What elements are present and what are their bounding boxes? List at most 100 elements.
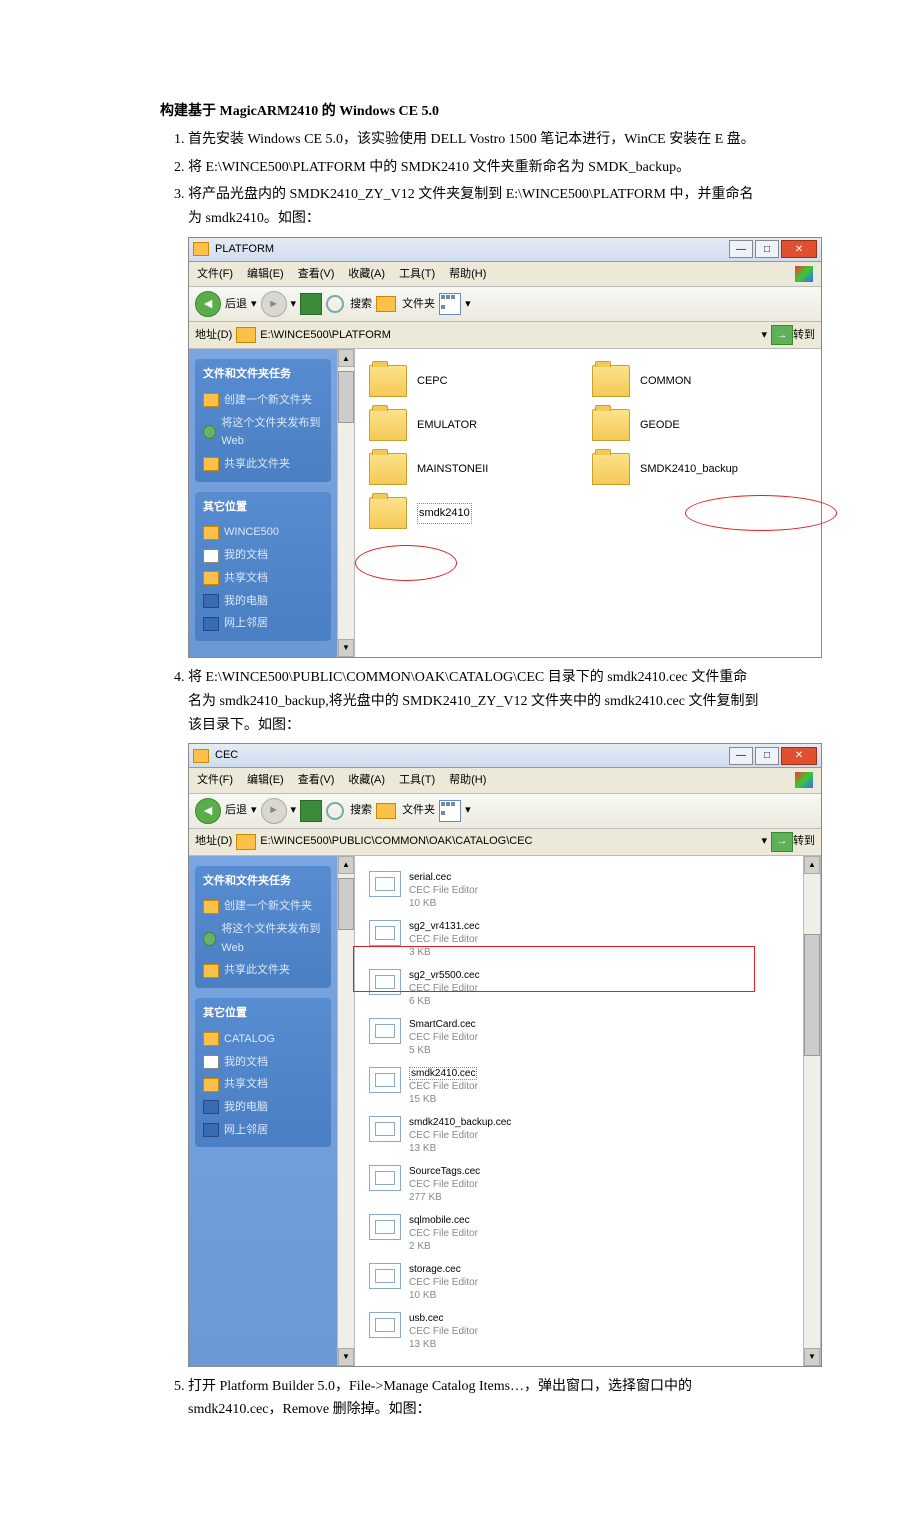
toolbar: ◄ 后退▾ ►▾ 搜索 文件夹 ▾ [189,287,821,322]
folder-item[interactable]: MAINSTONEII [365,447,588,491]
scrollbar[interactable]: ▲▼ [337,856,355,1366]
file-type: CEC File Editor [409,1178,480,1191]
file-name: SmartCard.cec [409,1018,478,1031]
loc-network[interactable]: 网上邻居 [203,1119,323,1142]
loc-catalog[interactable]: CATALOG [203,1028,323,1051]
file-type: CEC File Editor [409,1276,478,1289]
close-button[interactable]: ✕ [781,747,817,765]
file-name: SourceTags.cec [409,1165,480,1178]
folders-icon[interactable] [376,803,396,819]
file-item[interactable]: SourceTags.cecCEC File Editor277 KB [365,1160,588,1209]
task-publish[interactable]: 将这个文件夹发布到 Web [203,918,323,959]
menu-view[interactable]: 查看(V) [298,265,335,284]
menu-bar: 文件(F) 编辑(E) 查看(V) 收藏(A) 工具(T) 帮助(H) [189,262,821,288]
minimize-button[interactable]: — [729,240,753,258]
folder-item[interactable]: SMDK2410_backup [588,447,811,491]
file-item[interactable]: SmartCard.cecCEC File Editor5 KB [365,1013,588,1062]
forward-button[interactable]: ► [261,798,287,824]
go-button[interactable]: → [771,832,793,852]
folder-icon [592,409,630,441]
scrollbar[interactable]: ▲▼ [337,349,355,657]
folder-item[interactable]: EMULATOR [365,403,588,447]
scrollbar-right[interactable]: ▲▼ [803,856,821,1366]
folder-item[interactable]: smdk2410 [365,491,588,535]
back-button[interactable]: ◄ [195,291,221,317]
folder-item[interactable]: CEPC [365,359,588,403]
loc-network[interactable]: 网上邻居 [203,612,323,635]
loc-computer[interactable]: 我的电脑 [203,590,323,613]
folder-icon [203,1032,219,1046]
titlebar[interactable]: CEC — □ ✕ [189,744,821,768]
loc-computer[interactable]: 我的电脑 [203,1096,323,1119]
folder-icon [236,327,256,343]
task-share[interactable]: 共享此文件夹 [203,959,323,982]
menu-fav[interactable]: 收藏(A) [348,265,385,284]
maximize-button[interactable]: □ [755,747,779,765]
menu-view[interactable]: 查看(V) [298,771,335,790]
menu-fav[interactable]: 收藏(A) [348,771,385,790]
step-4: 将 E:\WINCE500\PUBLIC\COMMON\OAK\CATALOG\… [188,666,760,737]
menu-tools[interactable]: 工具(T) [399,265,435,284]
other-header: 其它位置 [203,498,323,517]
other-panel: 其它位置 CATALOG 我的文档 共享文档 我的电脑 网上邻居 [195,998,331,1147]
file-item[interactable]: storage.cecCEC File Editor10 KB [365,1258,588,1307]
task-new-folder[interactable]: 创建一个新文件夹 [203,389,323,412]
annotation-circle [355,545,457,581]
file-item[interactable]: usb.cecCEC File Editor13 KB [365,1307,588,1356]
menu-help[interactable]: 帮助(H) [449,771,486,790]
file-item[interactable]: smdk2410_backup.cecCEC File Editor13 KB [365,1111,588,1160]
forward-button[interactable]: ► [261,291,287,317]
search-icon[interactable] [326,295,344,313]
menu-file[interactable]: 文件(F) [197,771,233,790]
file-size: 6 KB [409,995,480,1008]
file-item[interactable]: serial.cecCEC File Editor10 KB [365,866,588,915]
menu-edit[interactable]: 编辑(E) [247,265,284,284]
loc-shared[interactable]: 共享文档 [203,567,323,590]
go-button[interactable]: → [771,325,793,345]
up-button[interactable] [300,800,322,822]
loc-docs[interactable]: 我的文档 [203,1051,323,1074]
loc-wince500[interactable]: WINCE500 [203,521,323,544]
menu-help[interactable]: 帮助(H) [449,265,486,284]
task-share[interactable]: 共享此文件夹 [203,453,323,476]
close-button[interactable]: ✕ [781,240,817,258]
search-icon[interactable] [326,802,344,820]
file-item[interactable]: sqlmobile.cecCEC File Editor2 KB [365,1209,588,1258]
annotation-circle [685,495,837,531]
publish-icon [203,425,216,439]
task-new-folder[interactable]: 创建一个新文件夹 [203,895,323,918]
file-item[interactable]: smdk2410.cecCEC File Editor15 KB [365,1062,588,1111]
file-type: CEC File Editor [409,1129,511,1142]
address-label: 地址(D) [195,326,232,345]
file-icon [369,1214,401,1240]
folder-item[interactable]: COMMON [588,359,811,403]
loc-docs[interactable]: 我的文档 [203,544,323,567]
loc-shared[interactable]: 共享文档 [203,1073,323,1096]
menu-file[interactable]: 文件(F) [197,265,233,284]
docs-icon [203,549,219,563]
menu-edit[interactable]: 编辑(E) [247,771,284,790]
task-publish[interactable]: 将这个文件夹发布到 Web [203,412,323,453]
file-type: CEC File Editor [409,1227,478,1240]
file-name: sg2_vr4131.cec [409,920,480,933]
folders-icon[interactable] [376,296,396,312]
up-button[interactable] [300,293,322,315]
doc-title: 构建基于 MagicARM2410 的 Windows CE 5.0 [160,100,760,124]
views-button[interactable] [439,293,461,315]
file-type: CEC File Editor [409,884,478,897]
folder-icon [236,834,256,850]
folder-item[interactable]: GEODE [588,403,811,447]
file-icon [369,920,401,946]
side-panel: 文件和文件夹任务 创建一个新文件夹 将这个文件夹发布到 Web 共享此文件夹 其… [189,349,337,657]
folder-content: CEPC COMMON EMULATOR GEODE MAINSTONEII S… [355,349,821,657]
address-field[interactable]: E:\WINCE500\PUBLIC\COMMON\OAK\CATALOG\CE… [236,832,761,851]
maximize-button[interactable]: □ [755,240,779,258]
file-content: serial.cecCEC File Editor10 KB sg2_vr4131… [355,856,803,1366]
titlebar[interactable]: PLATFORM — □ ✕ [189,238,821,262]
minimize-button[interactable]: — [729,747,753,765]
step-5: 打开 Platform Builder 5.0，File->Manage Cat… [188,1375,760,1423]
menu-tools[interactable]: 工具(T) [399,771,435,790]
address-field[interactable]: E:\WINCE500\PLATFORM [236,326,761,345]
views-button[interactable] [439,800,461,822]
back-button[interactable]: ◄ [195,798,221,824]
